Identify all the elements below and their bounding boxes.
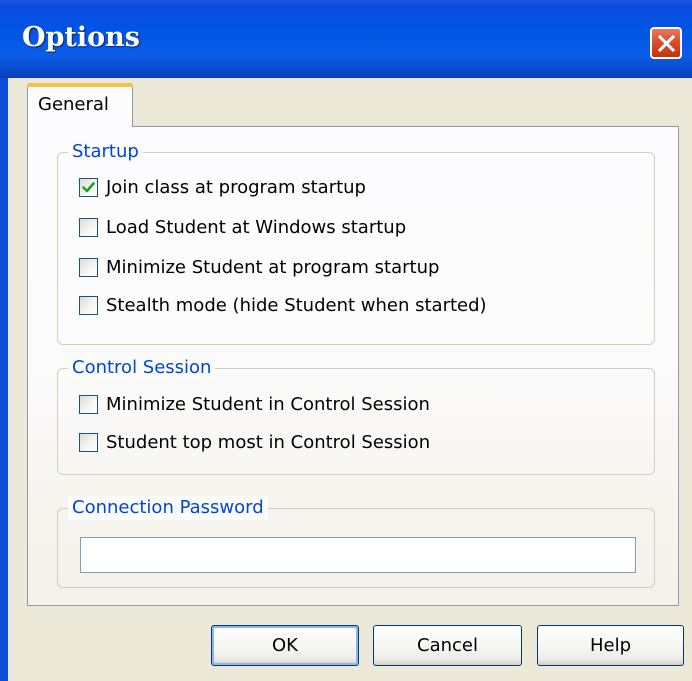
checkbox-box[interactable] xyxy=(79,258,98,277)
connection-password-group: Connection Password xyxy=(57,496,655,588)
cancel-button[interactable]: Cancel xyxy=(373,625,522,666)
join-class-label: Join class at program startup xyxy=(106,177,366,198)
checkbox-box[interactable] xyxy=(79,296,98,315)
startup-legend: Startup xyxy=(68,140,143,164)
checkbox-box[interactable] xyxy=(79,395,98,414)
tab-page-general: Startup Join class at program startup Lo… xyxy=(27,126,679,606)
ok-button[interactable]: OK xyxy=(211,625,359,666)
control-session-legend: Control Session xyxy=(68,356,216,380)
connection-password-input[interactable] xyxy=(80,537,636,573)
close-icon xyxy=(658,35,675,52)
stealth-mode-label: Stealth mode (hide Student when started) xyxy=(106,295,487,316)
checkbox-box[interactable] xyxy=(79,178,98,197)
title-bar[interactable]: Options xyxy=(0,0,692,78)
checkbox-box[interactable] xyxy=(79,433,98,452)
connection-password-legend: Connection Password xyxy=(68,496,268,520)
tab-general-label: General xyxy=(38,94,109,115)
help-button[interactable]: Help xyxy=(537,625,684,666)
tab-general[interactable]: General xyxy=(27,83,133,127)
minimize-startup-label: Minimize Student at program startup xyxy=(106,257,440,278)
options-dialog: Options General Startup Join class at pr… xyxy=(0,0,692,681)
window-title: Options xyxy=(22,22,140,53)
minimize-control-session-label: Minimize Student in Control Session xyxy=(106,394,430,415)
startup-group: Startup Join class at program startup Lo… xyxy=(57,140,655,345)
top-most-label: Student top most in Control Session xyxy=(106,432,431,453)
control-session-group: Control Session Minimize Student in Cont… xyxy=(57,356,655,475)
window-frame xyxy=(0,78,8,681)
checkbox-box[interactable] xyxy=(79,218,98,237)
checkmark-icon xyxy=(82,182,95,193)
load-student-label: Load Student at Windows startup xyxy=(106,217,407,238)
close-button[interactable] xyxy=(650,27,682,59)
